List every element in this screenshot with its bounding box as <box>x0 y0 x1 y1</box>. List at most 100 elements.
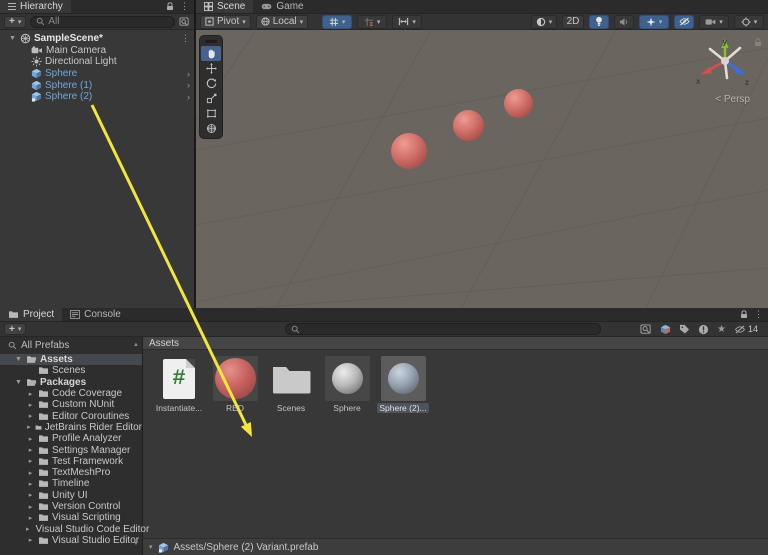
scene-picker-icon[interactable] <box>179 17 190 27</box>
package-folder-row[interactable]: ▸Profile Analyzer <box>0 433 142 444</box>
prefab-open-chevron[interactable]: › <box>187 92 190 102</box>
red-material-sphere-icon <box>215 358 256 399</box>
foldout-open-icon[interactable]: ▼ <box>8 35 17 42</box>
scale-tool-button[interactable] <box>201 91 221 106</box>
prefab-open-chevron[interactable]: › <box>187 80 190 90</box>
tab-hierarchy[interactable]: Hierarchy <box>0 0 71 13</box>
folder-icon <box>38 491 49 500</box>
add-gameobject-button[interactable]: +▾ <box>4 16 26 28</box>
hierarchy-item-sphere[interactable]: Sphere › <box>0 68 194 80</box>
scene-sphere-1[interactable] <box>391 133 427 169</box>
transform-icon <box>206 123 217 134</box>
kebab-menu-icon[interactable]: ⋮ <box>754 310 763 319</box>
asset-sphere-prefab[interactable]: Sphere <box>323 356 371 413</box>
hierarchy-scene-row[interactable]: ▼ SampleScene* ⋮ <box>0 33 194 45</box>
package-folder-row[interactable]: ▸Editor Coroutines <box>0 410 142 421</box>
scene-viewport[interactable]: y x z < Persp <box>196 30 768 308</box>
lock-icon[interactable] <box>740 310 748 319</box>
search-in-assets-icon[interactable] <box>640 324 652 335</box>
folder-row-scenes[interactable]: Scenes <box>0 365 142 376</box>
grid-snapping-toggle[interactable]: ▾ <box>322 15 352 29</box>
camera-overlay-dropdown[interactable]: ▾ <box>699 15 729 29</box>
orientation-gizmo[interactable]: y x z <box>692 36 758 94</box>
scroll-down-arrow[interactable]: ▼ <box>133 541 139 547</box>
scene-sphere-2[interactable] <box>453 110 484 141</box>
overlay-drag-handle[interactable] <box>205 40 217 43</box>
asset-scenes-folder[interactable]: Scenes <box>267 356 315 413</box>
search-icon <box>36 17 45 26</box>
package-folder-row[interactable]: ▸Timeline <box>0 478 142 489</box>
hierarchy-item-sphere-2[interactable]: Sphere (2) › <box>0 91 194 103</box>
hierarchy-item-sphere-1[interactable]: Sphere (1) › <box>0 79 194 91</box>
lock-icon[interactable] <box>166 2 174 11</box>
package-folder-row[interactable]: ▸Unity UI <box>0 490 142 501</box>
effects-dropdown[interactable]: ▾ <box>639 15 669 29</box>
package-folder-row[interactable]: ▸Version Control <box>0 501 142 512</box>
hierarchy-item-directional-light[interactable]: Directional Light <box>0 56 194 68</box>
2d-toggle[interactable]: 2D <box>562 15 584 29</box>
prefab-open-chevron[interactable]: › <box>187 69 190 79</box>
asset-instantiate-script[interactable]: # Instantiate... <box>155 356 203 413</box>
snap-bars-icon <box>398 17 409 26</box>
package-folder-row[interactable]: ▸Code Coverage <box>0 388 142 399</box>
transform-tool-button[interactable] <box>201 121 221 136</box>
tab-game[interactable]: Game <box>253 0 311 13</box>
asset-sphere-2-variant-prefab[interactable]: Sphere (2)... <box>379 356 427 413</box>
increment-snap-dropdown[interactable]: ▾ <box>357 15 387 29</box>
scroll-up-arrow[interactable]: ▲ <box>133 342 139 348</box>
folder-icon <box>38 479 49 488</box>
package-folder-row[interactable]: ▸Visual Studio Editor <box>0 535 142 546</box>
package-folder-row[interactable]: ▸Visual Scripting <box>0 512 142 523</box>
selected-asset-path: Assets/Sphere (2) Variant.prefab <box>174 542 319 553</box>
save-search-star-icon[interactable]: ★ <box>717 324 726 335</box>
pivot-dropdown[interactable]: Pivot ▾ <box>200 15 251 29</box>
gizmo-lock-icon[interactable] <box>754 38 762 47</box>
camera-icon <box>31 46 43 55</box>
kebab-menu-icon[interactable]: ⋮ <box>180 2 189 11</box>
statusbar-chevron-icon[interactable]: ▾ <box>149 543 153 551</box>
scene-sphere-3[interactable] <box>504 89 533 118</box>
package-folder-row[interactable]: ▸Settings Manager <box>0 444 142 455</box>
project-search-input[interactable] <box>285 323 601 335</box>
hidden-count-indicator[interactable]: 14 <box>734 324 758 334</box>
draw-mode-dropdown[interactable]: ▾ <box>531 15 557 29</box>
rect-tool-button[interactable] <box>201 106 221 121</box>
folder-icon <box>38 536 49 545</box>
grid-snap-icon <box>329 17 339 27</box>
hierarchy-panel: Hierarchy ⋮ +▾ All ▼ SampleScene* ⋮ <box>0 0 195 308</box>
hierarchy-item-main-camera[interactable]: Main Camera <box>0 45 194 57</box>
move-tool-button[interactable] <box>201 61 221 76</box>
create-asset-button[interactable]: +▾ <box>4 323 26 335</box>
package-folder-row[interactable]: ▸TextMeshPro <box>0 467 142 478</box>
asset-red-material[interactable]: RED <box>211 356 259 413</box>
folder-row-assets[interactable]: ▼ Assets <box>0 354 142 365</box>
search-by-label-icon[interactable] <box>679 324 690 334</box>
package-folder-row[interactable]: ▸Test Framework <box>0 456 142 467</box>
package-folder-row[interactable]: ▸JetBrains Rider Editor <box>0 422 142 433</box>
lighting-toggle[interactable] <box>589 15 609 29</box>
tab-console[interactable]: Console <box>62 308 129 321</box>
folder-icon <box>8 310 19 319</box>
folder-row-packages[interactable]: ▼ Packages <box>0 377 142 388</box>
tab-scene[interactable]: Scene <box>196 0 253 13</box>
audio-toggle[interactable] <box>614 15 634 29</box>
open-folder-icon <box>26 355 37 364</box>
scene-visibility-toggle[interactable] <box>674 15 694 29</box>
axis-x-label: x <box>696 77 701 86</box>
hierarchy-search-input[interactable]: All <box>30 16 175 28</box>
search-packages-icon[interactable] <box>660 324 671 335</box>
gizmos-dropdown[interactable]: ▾ <box>734 15 764 29</box>
search-by-type-icon[interactable] <box>698 324 709 335</box>
tab-project[interactable]: Project <box>0 308 62 321</box>
package-folder-row[interactable]: ▸Visual Studio Code Editor <box>0 523 142 534</box>
perspective-label[interactable]: < Persp <box>715 94 750 105</box>
rotate-tool-button[interactable] <box>201 76 221 91</box>
package-folder-row[interactable]: ▸Custom NUnit <box>0 399 142 410</box>
favorite-all-prefabs[interactable]: All Prefabs <box>0 337 142 354</box>
asset-path-statusbar: ▾ Assets/Sphere (2) Variant.prefab <box>143 538 768 555</box>
scene-kebab-icon[interactable]: ⋮ <box>181 34 190 43</box>
local-dropdown[interactable]: Local ▾ <box>256 15 308 29</box>
hand-tool-button[interactable] <box>201 46 221 61</box>
project-assets-area: Assets # Instantiate... RED Sce <box>143 337 768 555</box>
snap-settings-dropdown[interactable]: ▾ <box>392 15 422 29</box>
